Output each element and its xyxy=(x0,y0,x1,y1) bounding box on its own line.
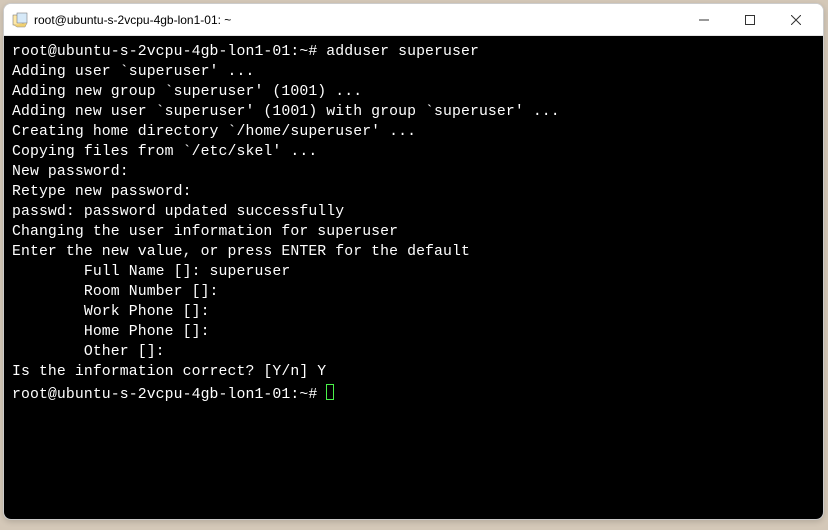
terminal-line: passwd: password updated successfully xyxy=(12,202,815,222)
terminal-line: New password: xyxy=(12,162,815,182)
terminal-line: Creating home directory `/home/superuser… xyxy=(12,122,815,142)
terminal-line: Copying files from `/etc/skel' ... xyxy=(12,142,815,162)
terminal-prompt: root@ubuntu-s-2vcpu-4gb-lon1-01:~# xyxy=(12,387,326,403)
terminal-line: Is the information correct? [Y/n] Y xyxy=(12,362,815,382)
terminal-line: Adding user `superuser' ... xyxy=(12,62,815,82)
terminal-line: root@ubuntu-s-2vcpu-4gb-lon1-01:~# addus… xyxy=(12,42,815,62)
titlebar[interactable]: root@ubuntu-s-2vcpu-4gb-lon1-01: ~ xyxy=(4,4,823,36)
terminal-output[interactable]: root@ubuntu-s-2vcpu-4gb-lon1-01:~# addus… xyxy=(4,36,823,519)
cursor-icon xyxy=(326,384,334,400)
terminal-window: root@ubuntu-s-2vcpu-4gb-lon1-01: ~ root@… xyxy=(3,3,824,520)
terminal-line: Changing the user information for superu… xyxy=(12,222,815,242)
terminal-line: Enter the new value, or press ENTER for … xyxy=(12,242,815,262)
terminal-line: Room Number []: xyxy=(12,282,815,302)
window-controls xyxy=(681,5,819,35)
terminal-line: Full Name []: superuser xyxy=(12,262,815,282)
terminal-line: Retype new password: xyxy=(12,182,815,202)
terminal-line: Adding new user `superuser' (1001) with … xyxy=(12,102,815,122)
terminal-line: Work Phone []: xyxy=(12,302,815,322)
close-button[interactable] xyxy=(773,5,819,35)
terminal-line: Home Phone []: xyxy=(12,322,815,342)
minimize-button[interactable] xyxy=(681,5,727,35)
window-title: root@ubuntu-s-2vcpu-4gb-lon1-01: ~ xyxy=(34,13,681,27)
maximize-button[interactable] xyxy=(727,5,773,35)
terminal-line: Adding new group `superuser' (1001) ... xyxy=(12,82,815,102)
app-icon xyxy=(12,12,28,28)
terminal-prompt-line: root@ubuntu-s-2vcpu-4gb-lon1-01:~# xyxy=(12,382,815,405)
terminal-line: Other []: xyxy=(12,342,815,362)
